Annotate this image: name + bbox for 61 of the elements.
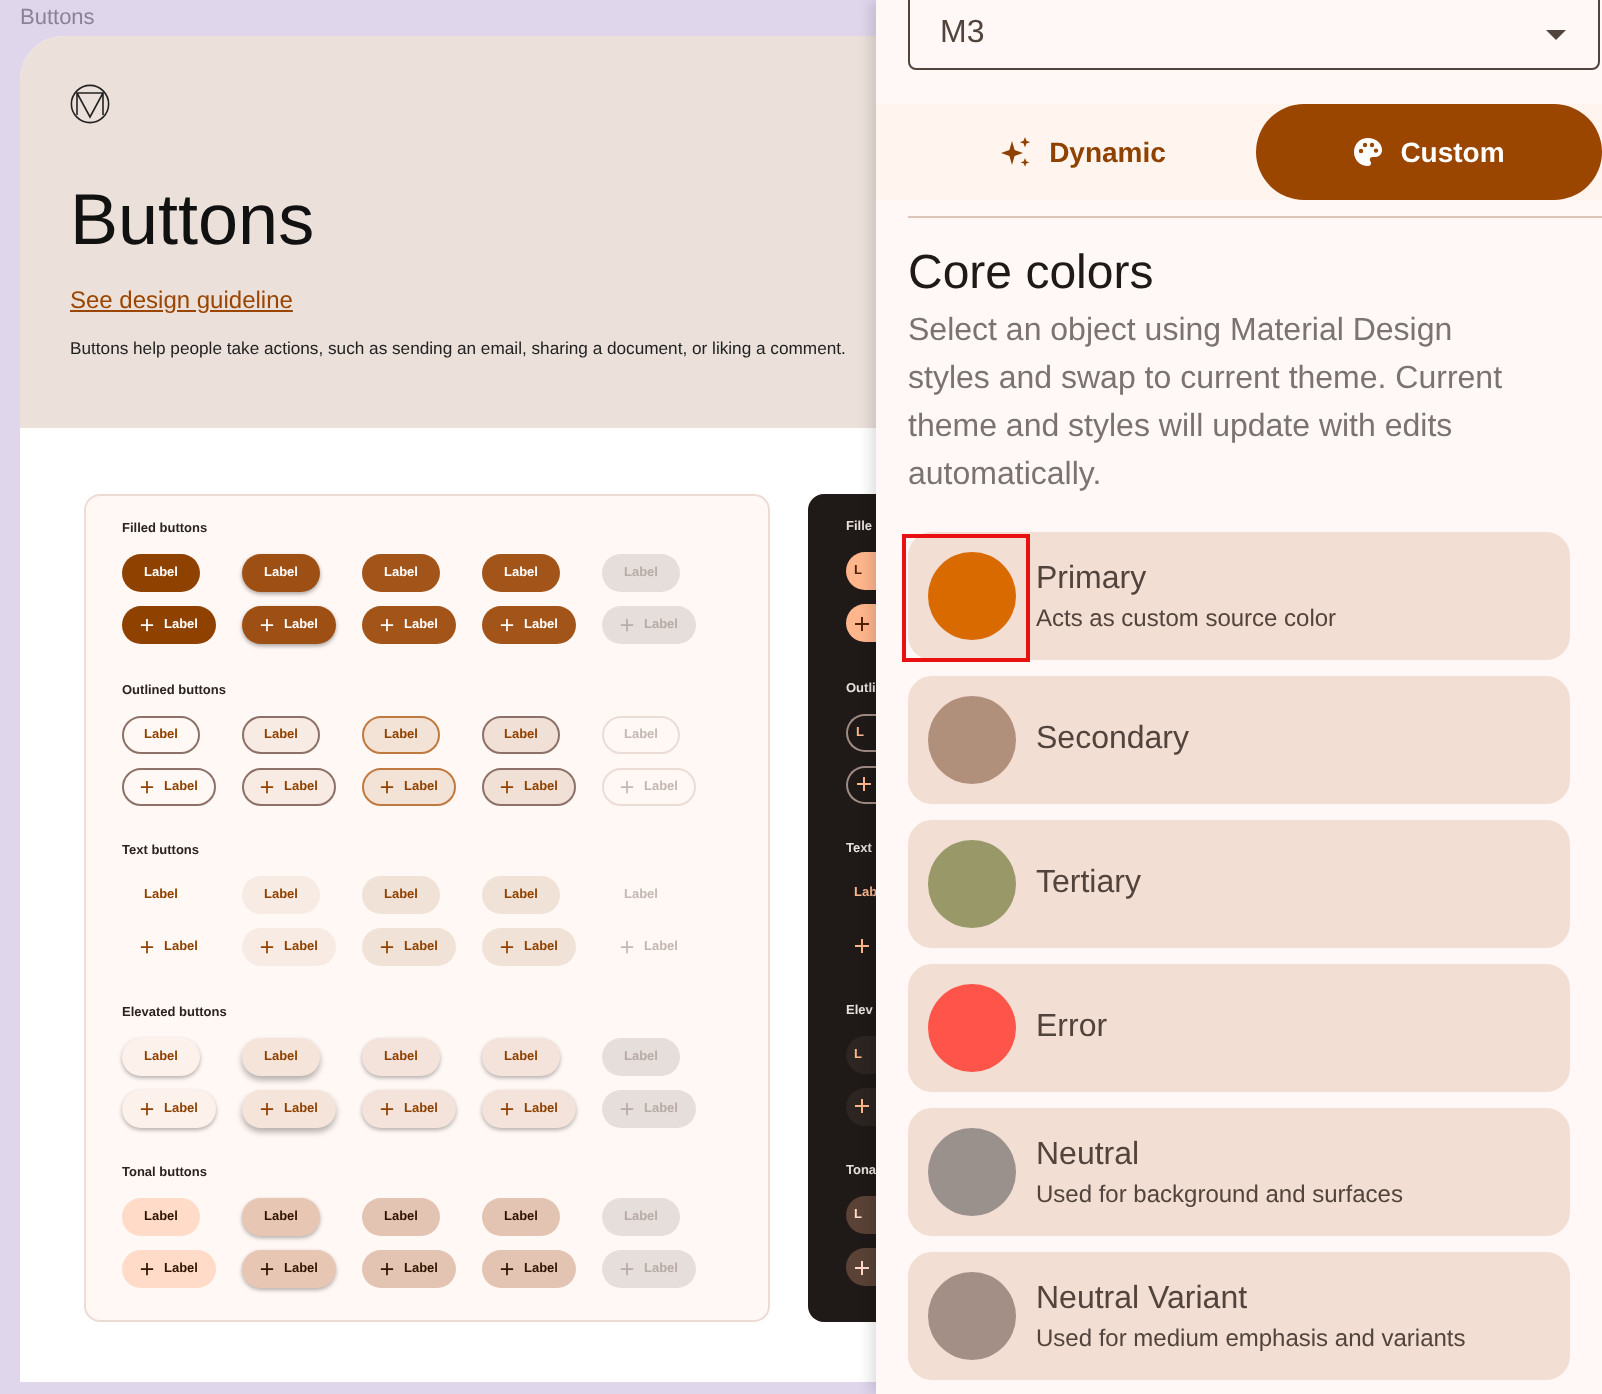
plus-icon	[854, 615, 870, 631]
plus-icon	[380, 618, 394, 632]
plus-icon	[380, 1101, 394, 1115]
canvas-label: Buttons	[20, 6, 97, 34]
mode-tab[interactable]: Dynamic	[908, 104, 1255, 200]
plus-icon	[140, 1101, 154, 1115]
plus-icon	[380, 779, 394, 793]
plus-icon	[260, 1262, 274, 1276]
plus-icon	[500, 1262, 514, 1276]
plus-icon	[260, 618, 274, 632]
plus-icon	[380, 940, 394, 954]
plus-icon	[500, 618, 514, 632]
page-description: Buttons help people take actions, such as sending an email, sharing a document, or liking a comment.	[70, 338, 846, 358]
plus-icon	[854, 937, 870, 953]
mode-tab[interactable]: Custom	[1255, 104, 1602, 200]
plus-icon	[140, 1262, 154, 1276]
page-title: Buttons	[70, 180, 315, 260]
color-name: Error	[1036, 1010, 1108, 1046]
plus-icon	[260, 779, 274, 793]
sparkle-icon	[997, 134, 1034, 170]
plus-icon	[620, 1262, 634, 1276]
color-card[interactable]: Secondary	[908, 676, 1570, 804]
plus-icon	[620, 1101, 634, 1115]
color-card[interactable]: Tertiary	[908, 820, 1570, 948]
plus-icon	[500, 1101, 514, 1115]
guideline-link[interactable]: See design guideline	[70, 286, 293, 314]
logo-icon	[70, 84, 110, 124]
color-card[interactable]: Error	[908, 964, 1570, 1092]
color-card[interactable]: Primary Acts as custom source color	[908, 532, 1570, 660]
color-name: Neutral	[1036, 1137, 1142, 1173]
plus-icon	[260, 940, 274, 954]
palette-icon	[1352, 136, 1385, 168]
color-subtitle: Used for medium emphasis and variants	[1036, 1323, 1466, 1351]
plus-icon	[380, 1262, 394, 1276]
plus-icon	[140, 779, 154, 793]
plus-icon	[620, 940, 634, 954]
plus-icon	[500, 779, 514, 793]
plus-icon	[856, 776, 872, 792]
plus-icon	[140, 618, 154, 632]
sample-button[interactable]	[846, 1087, 876, 1125]
caret-icon	[1546, 29, 1566, 39]
color-card[interactable]: Neutral Variant Used for medium emphasis and variants	[908, 1252, 1570, 1380]
color-name: Tertiary	[1036, 866, 1141, 902]
color-card[interactable]: Neutral Used for background and surfaces	[908, 1108, 1570, 1236]
color-name: Primary	[1036, 561, 1149, 597]
sample-button[interactable]	[846, 604, 876, 642]
section-description: Select an object using Material Design styles and swap to current theme. Current theme and styles will update with edits automatically.	[908, 312, 1505, 496]
color-name: Secondary	[1036, 722, 1189, 758]
color-name: Neutral Variant	[1036, 1281, 1250, 1317]
color-subtitle: Used for background and surfaces	[1036, 1179, 1403, 1207]
plus-icon	[854, 1259, 870, 1275]
sample-button[interactable]	[846, 1248, 876, 1286]
color-subtitle: Acts as custom source color	[1036, 603, 1337, 631]
section-heading: Core colors	[908, 244, 1156, 304]
plus-icon	[260, 1101, 274, 1115]
theme-dropdown[interactable]: M3	[908, 0, 1600, 70]
plus-icon	[620, 779, 634, 793]
plus-icon	[140, 940, 154, 954]
plus-icon	[500, 940, 514, 954]
plus-icon	[620, 618, 634, 632]
plus-icon	[854, 1098, 870, 1114]
